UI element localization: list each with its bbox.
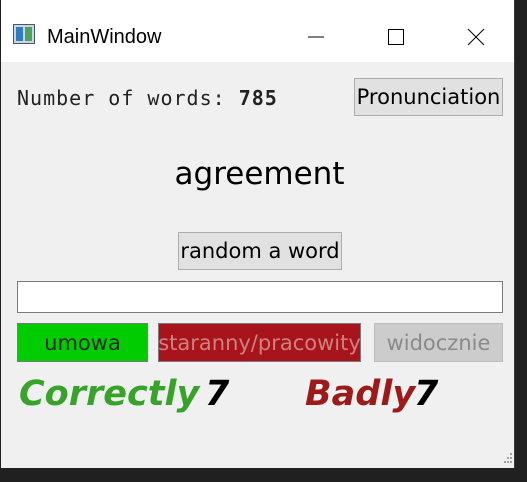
- window-title: MainWindow: [47, 26, 162, 48]
- main-window: MainWindow Number of words: 785 Pronunci…: [1, 0, 514, 468]
- correct-label: Correctly: [19, 374, 200, 414]
- resize-grip-icon[interactable]: [503, 452, 513, 464]
- option-button-3[interactable]: widocznie: [374, 323, 503, 362]
- minimize-button[interactable]: [293, 18, 339, 54]
- word-count-value: 785: [238, 86, 278, 110]
- maximize-icon: [388, 29, 404, 45]
- title-bar[interactable]: MainWindow: [1, 0, 514, 62]
- app-window-icon: [13, 24, 35, 44]
- current-word: agreement: [174, 156, 345, 192]
- close-icon: [467, 28, 485, 46]
- random-word-button[interactable]: random a word: [178, 232, 342, 270]
- option-button-2[interactable]: staranny/pracowity: [158, 323, 361, 362]
- word-count-label: Number of words:: [17, 86, 226, 110]
- correct-count: 7: [205, 374, 230, 414]
- window-border: [514, 0, 515, 468]
- minimize-icon: [308, 36, 324, 38]
- word-count: Number of words: 785: [17, 86, 278, 110]
- close-button[interactable]: [453, 18, 499, 54]
- answer-input[interactable]: [17, 281, 503, 313]
- maximize-button[interactable]: [373, 18, 419, 54]
- bad-label: Badly: [305, 374, 416, 414]
- bad-count: 7: [414, 374, 439, 414]
- pronunciation-button[interactable]: Pronunciation: [354, 78, 503, 116]
- option-button-1[interactable]: umowa: [17, 323, 148, 362]
